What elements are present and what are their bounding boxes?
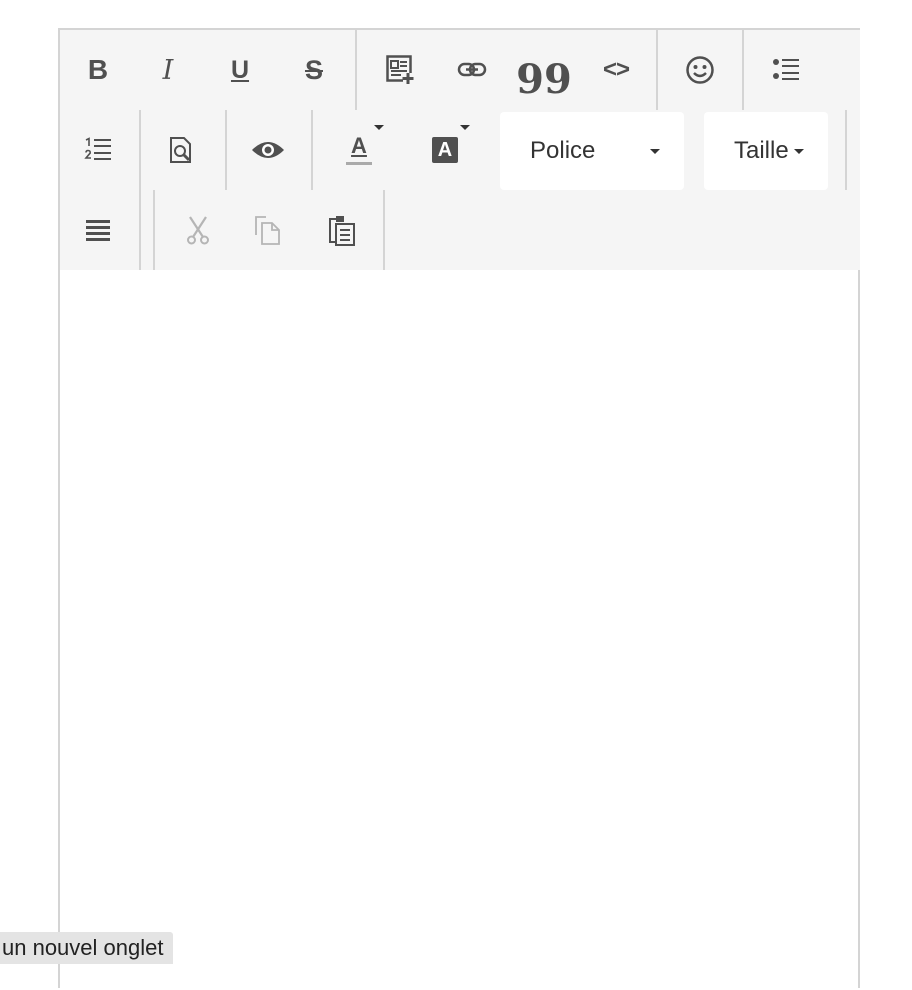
- size-select-label: Taille: [734, 137, 789, 164]
- italic-button[interactable]: I: [140, 30, 196, 110]
- background-color-icon: A: [432, 137, 458, 163]
- editor-content-area[interactable]: [60, 270, 860, 990]
- toolbar-separator: [139, 190, 141, 270]
- numbered-list-icon: [84, 137, 112, 163]
- toolbar-separator: [225, 110, 227, 190]
- toolbar-separator: [355, 30, 357, 110]
- italic-icon: I: [162, 54, 174, 86]
- editor-toolbar: B I U S 99 <> A A Police Taille: [60, 30, 860, 270]
- size-select[interactable]: Taille: [704, 112, 828, 190]
- copy-button[interactable]: [240, 190, 296, 270]
- emoji-button[interactable]: [672, 30, 728, 110]
- bold-icon: B: [87, 54, 109, 85]
- strikethrough-icon: S: [304, 54, 323, 85]
- font-select-label: Police: [530, 137, 596, 164]
- rich-text-editor: B I U S 99 <> A A Police Taille: [58, 28, 860, 988]
- underline-button[interactable]: U: [212, 30, 268, 110]
- preview-button[interactable]: [154, 110, 210, 190]
- paste-button[interactable]: [314, 190, 370, 270]
- chevron-down-icon: [794, 149, 804, 154]
- link-icon: [457, 62, 487, 78]
- tooltip: un nouvel onglet: [0, 932, 174, 964]
- code-button[interactable]: <>: [588, 30, 644, 110]
- chevron-down-icon: [650, 149, 660, 154]
- font-select[interactable]: Police: [500, 112, 684, 190]
- code-icon: <>: [602, 56, 630, 83]
- background-color-button[interactable]: A: [414, 110, 476, 190]
- toolbar-separator: [383, 190, 385, 270]
- align-justify-icon: [85, 219, 111, 241]
- insert-image-icon: [386, 55, 414, 85]
- justify-button[interactable]: [70, 190, 126, 270]
- toolbar-separator: [311, 110, 313, 190]
- bullet-list-icon: [772, 57, 800, 83]
- bold-button[interactable]: B: [70, 30, 126, 110]
- toolbar-separator: [742, 30, 744, 110]
- color-swatch: [346, 162, 372, 165]
- toolbar-separator: [139, 110, 141, 190]
- numbered-list-button[interactable]: [70, 110, 126, 190]
- link-button[interactable]: [444, 30, 500, 110]
- text-color-icon: A: [346, 135, 372, 165]
- caret-down-icon: [374, 125, 384, 130]
- toolbar-separator: [153, 190, 155, 270]
- show-button[interactable]: [240, 110, 296, 190]
- strikethrough-button[interactable]: S: [286, 30, 342, 110]
- document-search-icon: [169, 136, 195, 164]
- smiley-icon: [685, 55, 715, 85]
- underline-icon: U: [230, 55, 250, 84]
- copy-icon: [254, 215, 282, 245]
- cut-button[interactable]: [170, 190, 226, 270]
- blockquote-button[interactable]: 99: [516, 30, 572, 110]
- toolbar-separator: [656, 30, 658, 110]
- caret-down-icon: [460, 125, 470, 130]
- text-color-button[interactable]: A: [328, 110, 390, 190]
- bullet-list-button[interactable]: [758, 30, 814, 110]
- eye-icon: [251, 139, 285, 161]
- insert-image-button[interactable]: [372, 30, 428, 110]
- clipboard-icon: [328, 214, 356, 246]
- quote-icon: 99: [516, 55, 572, 103]
- scissors-icon: [185, 215, 211, 245]
- toolbar-separator: [845, 110, 847, 190]
